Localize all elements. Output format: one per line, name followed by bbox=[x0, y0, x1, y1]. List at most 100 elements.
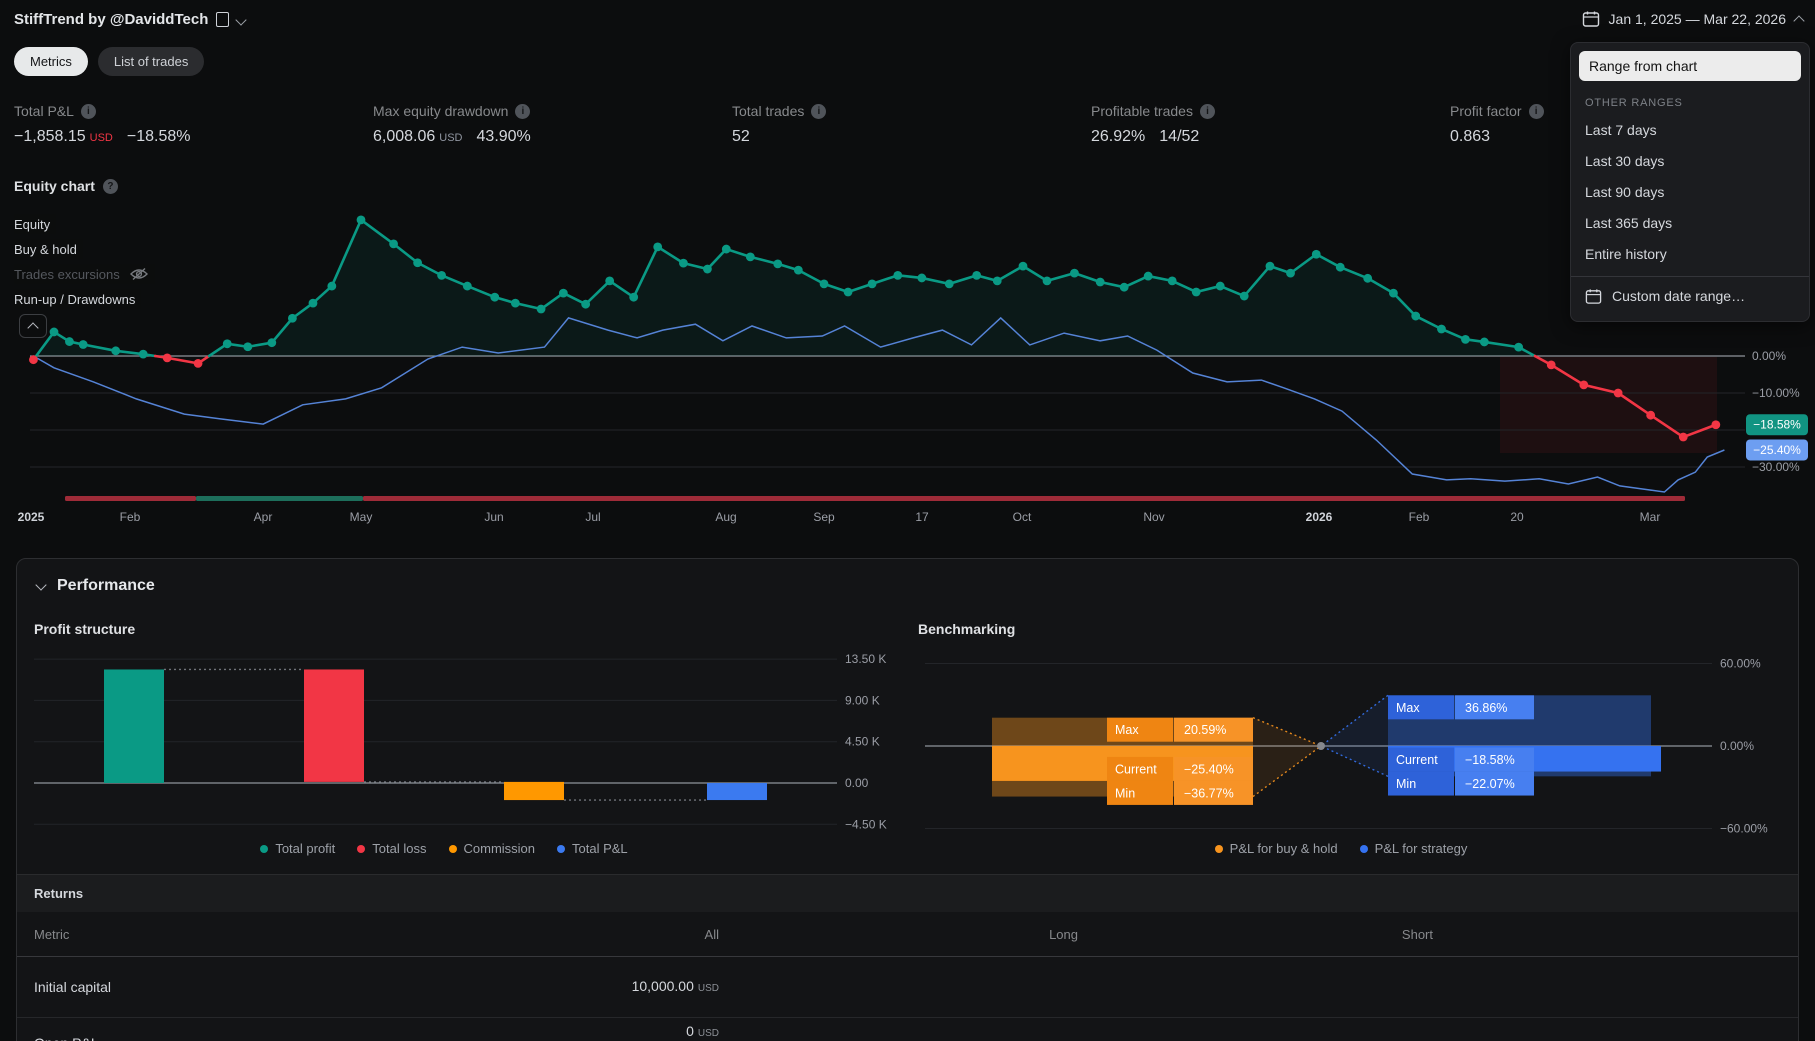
svg-text:9.00 K: 9.00 K bbox=[845, 693, 880, 707]
legend-dot bbox=[1359, 844, 1368, 853]
info-icon[interactable]: i bbox=[811, 103, 827, 119]
legend-item[interactable]: P&L for strategy bbox=[1359, 841, 1468, 856]
svg-text:−18.58%: −18.58% bbox=[1753, 418, 1801, 432]
tab-list-of-trades[interactable]: List of trades bbox=[97, 47, 205, 76]
svg-text:20: 20 bbox=[1510, 510, 1524, 524]
svg-text:Sep: Sep bbox=[813, 510, 835, 524]
svg-text:−22.07%: −22.07% bbox=[1465, 777, 1515, 791]
legend-label: Commission bbox=[463, 841, 536, 856]
legend-item[interactable]: Total loss bbox=[357, 841, 427, 856]
menu-item-range-from-chart[interactable]: Range from chart bbox=[1579, 51, 1801, 81]
svg-text:2025: 2025 bbox=[18, 510, 45, 524]
menu-item[interactable]: Last 30 days bbox=[1571, 146, 1809, 177]
trade-activity-bar bbox=[65, 496, 196, 501]
svg-text:13.50 K: 13.50 K bbox=[845, 652, 886, 666]
row-initial-capital-label: Initial capital bbox=[34, 979, 112, 995]
unit: USD bbox=[697, 983, 719, 994]
svg-text:Apr: Apr bbox=[254, 510, 273, 524]
value: 0 bbox=[686, 1023, 694, 1039]
row-initial-capital-value: 10,000.00 USD bbox=[479, 978, 719, 994]
benchmarking-legend: P&L for buy & hold P&L for strategy bbox=[901, 841, 1781, 856]
bar-Total profit bbox=[104, 669, 164, 783]
equity-chart-canvas[interactable]: 0.00%−10.00%−20.00%−30.00%−18.58%−25.40%… bbox=[0, 186, 1815, 536]
unit: USD bbox=[697, 1028, 719, 1039]
metric-value: 52 bbox=[732, 128, 750, 145]
legend-item[interactable]: Total P&L bbox=[557, 841, 628, 856]
legend-dot bbox=[357, 844, 366, 853]
metric-value: 6,008.06 bbox=[373, 128, 436, 145]
svg-text:Feb: Feb bbox=[1409, 510, 1430, 524]
strategy-badge-icon bbox=[216, 12, 230, 27]
column-header-metric: Metric bbox=[34, 927, 70, 942]
svg-text:Nov: Nov bbox=[1143, 510, 1164, 524]
menu-item[interactable]: Last 365 days bbox=[1571, 208, 1809, 239]
legend-item[interactable]: P&L for buy & hold bbox=[1214, 841, 1338, 856]
legend-dot bbox=[557, 844, 566, 853]
menu-section-label: OTHER RANGES bbox=[1585, 97, 1683, 109]
svg-text:−10.00%: −10.00% bbox=[1752, 386, 1800, 400]
metric-max-drawdown: Max equity drawdown i 6,008.06 USD 43.90% bbox=[373, 103, 723, 146]
performance-title: Performance bbox=[57, 577, 155, 594]
bar-Commission bbox=[504, 781, 564, 801]
svg-text:Jun: Jun bbox=[484, 510, 503, 524]
legend-item[interactable]: Commission bbox=[448, 841, 536, 856]
menu-item-label: Custom date range… bbox=[1612, 288, 1746, 304]
menu-item[interactable]: Last 90 days bbox=[1571, 177, 1809, 208]
menu-item[interactable]: Entire history bbox=[1571, 239, 1809, 270]
svg-text:−25.40%: −25.40% bbox=[1184, 762, 1234, 776]
menu-item[interactable]: Last 7 days bbox=[1571, 115, 1809, 146]
svg-text:−60.00%: −60.00% bbox=[1720, 822, 1768, 836]
svg-text:−18.58%: −18.58% bbox=[1465, 753, 1515, 767]
legend-label: Total P&L bbox=[572, 841, 628, 856]
profit-structure-legend: Total profit Total loss Commission Total P&… bbox=[34, 841, 854, 856]
tab-metrics[interactable]: Metrics bbox=[14, 47, 88, 76]
chevron-down-icon[interactable] bbox=[235, 13, 248, 26]
svg-text:Min: Min bbox=[1396, 777, 1416, 791]
date-range-trigger[interactable]: Jan 1, 2025 — Mar 22, 2026 bbox=[1582, 10, 1805, 28]
svg-text:Aug: Aug bbox=[715, 510, 736, 524]
svg-text:17: 17 bbox=[915, 510, 929, 524]
legend-label: P&L for strategy bbox=[1374, 841, 1468, 856]
row-open-pnl-value: 0 USD bbox=[479, 1023, 719, 1039]
divider bbox=[17, 956, 1798, 957]
svg-text:Jul: Jul bbox=[585, 510, 600, 524]
info-icon[interactable]: i bbox=[80, 103, 96, 119]
benchmarking-title: Benchmarking bbox=[918, 621, 1016, 637]
legend-label: P&L for buy & hold bbox=[1229, 841, 1338, 856]
chevron-down-icon bbox=[35, 578, 47, 591]
info-icon[interactable]: i bbox=[515, 103, 531, 119]
metric-total-pnl: Total P&L i −1,858.15 USD −18.58% bbox=[14, 103, 364, 146]
column-header-short: Short bbox=[1401, 927, 1433, 942]
calendar-icon bbox=[1585, 288, 1602, 304]
svg-text:−4.50 K: −4.50 K bbox=[845, 817, 887, 831]
svg-text:0.00: 0.00 bbox=[845, 776, 869, 790]
column-header-all: All bbox=[704, 927, 719, 942]
metric-value: −1,858.15 bbox=[14, 128, 86, 145]
date-range-menu: Range from chart OTHER RANGES Last 7 day… bbox=[1570, 42, 1810, 322]
svg-text:60.00%: 60.00% bbox=[1720, 657, 1761, 671]
metric-label: Profit factor bbox=[1450, 103, 1522, 119]
info-icon[interactable]: i bbox=[1199, 103, 1215, 119]
metric-label: Profitable trades bbox=[1091, 103, 1193, 119]
metric-secondary: 43.90% bbox=[476, 128, 531, 145]
bar-Total P&L bbox=[707, 783, 767, 801]
svg-text:Current: Current bbox=[1115, 762, 1157, 776]
metric-total-trades: Total trades i 52 bbox=[732, 103, 1082, 146]
benchmark-pivot-dot bbox=[1317, 742, 1325, 750]
svg-text:−30.00%: −30.00% bbox=[1752, 460, 1800, 474]
svg-text:4.50 K: 4.50 K bbox=[845, 735, 880, 749]
menu-item-custom-date-range[interactable]: Custom date range… bbox=[1571, 277, 1809, 315]
profit-structure-title: Profit structure bbox=[34, 621, 136, 637]
returns-section-header[interactable]: Returns bbox=[17, 874, 1798, 912]
legend-dot bbox=[448, 844, 457, 853]
info-icon[interactable]: i bbox=[1528, 103, 1544, 119]
returns-title: Returns bbox=[34, 886, 84, 901]
svg-text:Min: Min bbox=[1115, 786, 1135, 800]
performance-section-header[interactable]: Performance bbox=[35, 577, 155, 595]
report-tabs: Metrics List of trades bbox=[14, 47, 205, 76]
legend-item[interactable]: Total profit bbox=[260, 841, 335, 856]
metric-label: Total P&L bbox=[14, 103, 74, 119]
metric-label: Max equity drawdown bbox=[373, 103, 509, 119]
svg-text:0.00%: 0.00% bbox=[1720, 739, 1754, 753]
svg-text:−25.40%: −25.40% bbox=[1753, 443, 1801, 457]
